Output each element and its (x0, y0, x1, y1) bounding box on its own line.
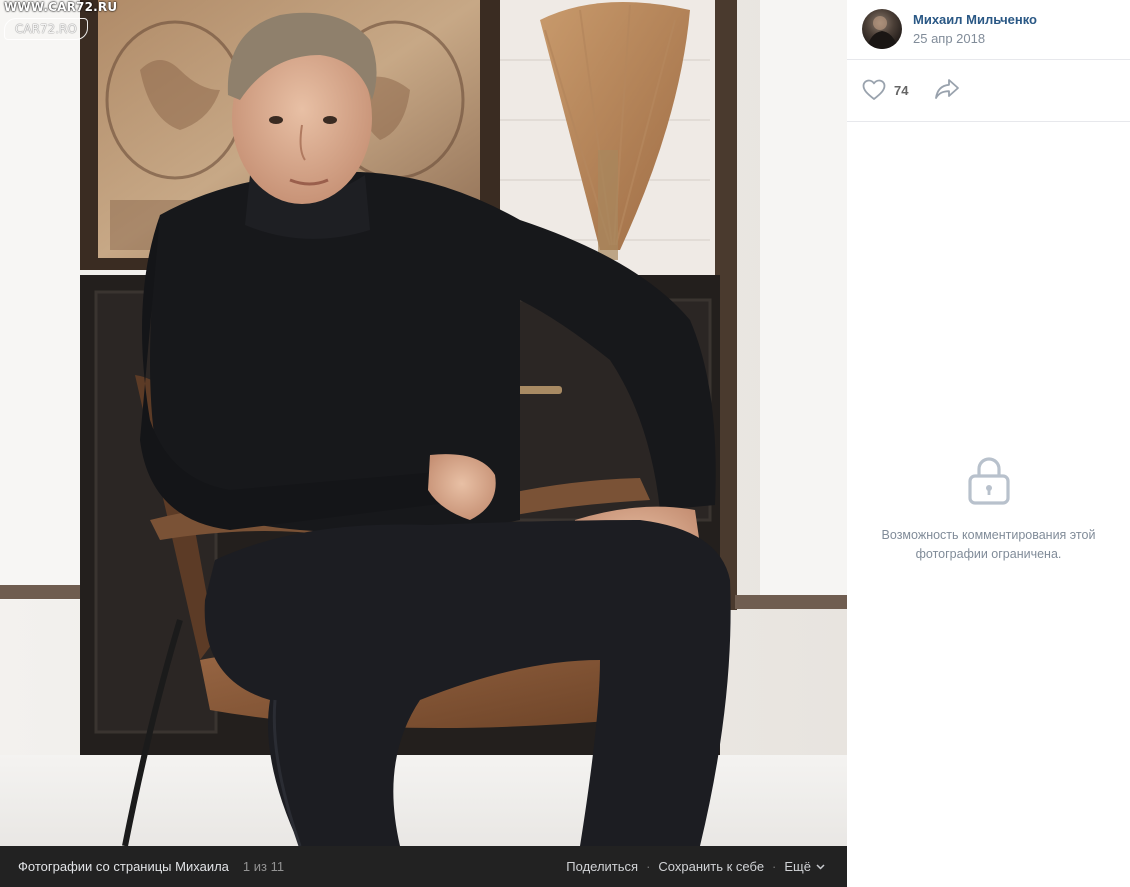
chevron-down-icon (816, 864, 825, 870)
comments-closed-notice: Возможность комментирования этой фотогра… (847, 455, 1130, 564)
share-button[interactable] (934, 78, 960, 105)
lock-icon (967, 457, 1010, 505)
photo-info-bar: Фотографии со страницы Михаила 1 из 11 П… (0, 846, 847, 887)
album-title-link[interactable]: Фотографии со страницы Михаила (18, 859, 229, 874)
author-header: Михаил Мильченко 25 апр 2018 (847, 0, 1130, 60)
photo-pane: WWW.CAR72.RU CAR72.RO Фотографии со стра… (0, 0, 847, 887)
post-date: 25 апр 2018 (913, 31, 986, 46)
share-arrow-icon (935, 79, 959, 99)
like-count: 74 (894, 82, 909, 98)
photo-counter: 1 из 11 (242, 859, 285, 874)
separator-dot: · (772, 859, 777, 874)
author-name-link[interactable]: Михаил Мильченко (913, 12, 1037, 27)
share-photo-button[interactable]: Поделиться (566, 859, 638, 874)
heart-icon (862, 79, 886, 100)
avatar-image (867, 16, 898, 49)
comments-closed-text: Возможность комментирования этой фотогра… (881, 528, 1096, 561)
photo[interactable] (0, 0, 847, 846)
actions-row: 74 (847, 60, 1130, 122)
photo-actions: Поделиться · Сохранить к себе · Ещё (566, 859, 825, 874)
more-menu-label: Ещё (784, 859, 811, 874)
photo-sidebar: Михаил Мильченко 25 апр 2018 74 Возможно… (847, 0, 1130, 887)
avatar[interactable] (862, 9, 902, 49)
more-menu-button[interactable]: Ещё (784, 859, 825, 874)
photo-viewer: WWW.CAR72.RU CAR72.RO Фотографии со стра… (0, 0, 1130, 887)
separator-dot: · (646, 859, 651, 874)
like-button[interactable]: 74 (862, 79, 908, 101)
save-photo-button[interactable]: Сохранить к себе (658, 859, 764, 874)
